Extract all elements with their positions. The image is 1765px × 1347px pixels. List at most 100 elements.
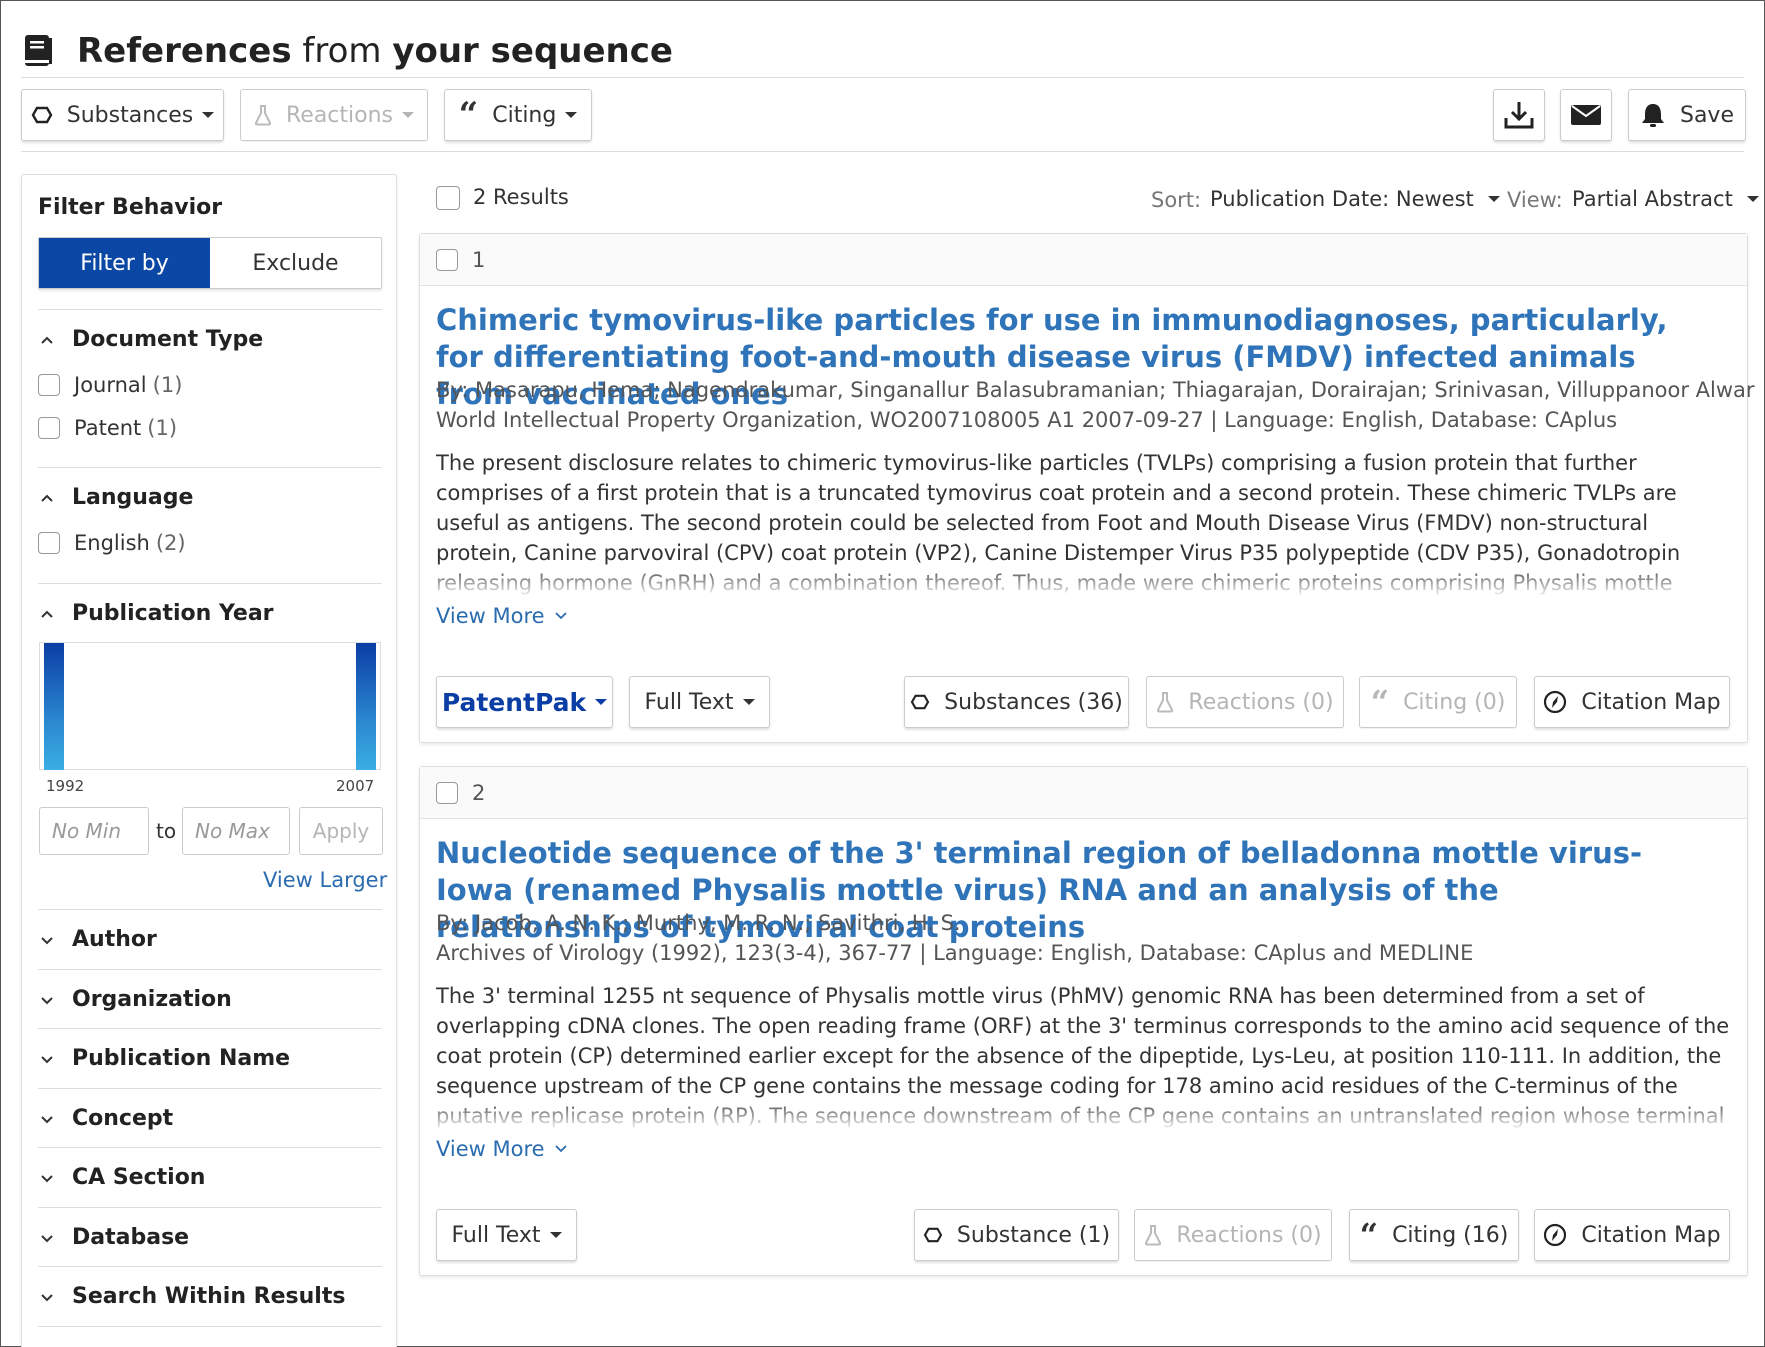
citing-button-label: Citing — [492, 102, 557, 128]
year-max-input[interactable]: No Max — [182, 807, 290, 855]
divider — [38, 467, 382, 468]
facet-database[interactable]: Database — [40, 1225, 189, 1250]
quote-icon: “ — [1370, 683, 1390, 721]
quote-icon: “ — [1359, 1216, 1379, 1254]
result-substances-button[interactable]: Substance (1) — [914, 1209, 1119, 1261]
chevron-up-icon — [41, 336, 53, 344]
facet-label: Author — [72, 927, 157, 952]
full-text-button[interactable]: Full Text — [436, 1209, 577, 1261]
filter-behavior-heading: Filter Behavior — [38, 195, 223, 220]
facet-language[interactable]: Language — [40, 485, 193, 510]
result-checkbox[interactable] — [436, 248, 458, 271]
histogram-min-tick: 1992 — [46, 777, 85, 795]
facet-publication-name[interactable]: Publication Name — [40, 1046, 290, 1071]
chevron-down-icon — [41, 936, 53, 944]
chevron-down-icon — [1487, 196, 1500, 202]
compass-icon — [1543, 1223, 1567, 1247]
sort-dropdown[interactable]: Publication Date: Newest — [1210, 187, 1500, 211]
divider — [38, 1266, 382, 1267]
chevron-down-icon — [202, 112, 215, 118]
result-authors: By: Jacob, A. N. K.; Murthy, M. R. N.; S… — [436, 911, 961, 935]
result-citing-button[interactable]: “ Citing (0) — [1359, 676, 1517, 728]
filter-option-english[interactable]: English (2) — [38, 531, 186, 555]
view-larger-link[interactable]: View Larger — [263, 868, 387, 892]
citation-map-label: Citation Map — [1581, 1222, 1721, 1248]
header-divider — [21, 77, 1744, 78]
result-card: 2 Nucleotide sequence of the 3' terminal… — [419, 766, 1748, 1276]
option-count: (2) — [155, 531, 186, 555]
chevron-down-icon — [1746, 196, 1759, 202]
page-frame: References from your sequence Substances… — [0, 0, 1765, 1347]
result-substances-button[interactable]: Substances (36) — [904, 676, 1129, 728]
result-reactions-button[interactable]: Reactions (0) — [1134, 1209, 1332, 1261]
abstract-fade — [436, 1097, 1736, 1131]
page-header: References from your sequence — [23, 23, 673, 79]
page-title: References from your sequence — [77, 31, 673, 71]
citation-map-button[interactable]: Citation Map — [1534, 676, 1730, 728]
filter-option-patent[interactable]: Patent (1) — [38, 416, 177, 440]
citing-button[interactable]: “ Citing — [444, 89, 592, 141]
bell-icon — [1640, 102, 1666, 128]
view-value: Partial Abstract — [1572, 187, 1733, 211]
divider — [38, 1147, 382, 1148]
patentpak-button[interactable]: PatentPak — [436, 676, 613, 728]
facet-label: Publication Name — [72, 1046, 291, 1071]
email-button[interactable] — [1560, 89, 1612, 141]
facet-author[interactable]: Author — [40, 927, 157, 952]
select-all-checkbox[interactable] — [436, 186, 460, 210]
facet-organization[interactable]: Organization — [40, 987, 232, 1012]
document-icon — [25, 35, 52, 66]
full-text-button[interactable]: Full Text — [629, 676, 770, 728]
reactions-button[interactable]: Reactions — [240, 89, 428, 141]
view-more-link[interactable]: View More — [436, 1137, 567, 1161]
exclude-option[interactable]: Exclude — [210, 238, 381, 288]
facet-ca-section[interactable]: CA Section — [40, 1165, 205, 1190]
checkbox[interactable] — [38, 532, 60, 554]
view-more-link[interactable]: View More — [436, 604, 567, 628]
view-dropdown[interactable]: Partial Abstract — [1572, 187, 1759, 211]
facet-label: Concept — [72, 1106, 174, 1131]
result-citing-button[interactable]: “ Citing (16) — [1349, 1209, 1519, 1261]
divider — [38, 1028, 382, 1029]
facet-search-within-results[interactable]: Search Within Results — [40, 1284, 345, 1309]
apply-year-button[interactable]: Apply — [299, 807, 383, 855]
facet-label: Search Within Results — [72, 1284, 346, 1309]
save-alert-button[interactable]: Save — [1628, 89, 1746, 141]
facet-label: Language — [72, 485, 194, 510]
download-button[interactable] — [1493, 89, 1545, 141]
citation-map-button[interactable]: Citation Map — [1534, 1209, 1730, 1261]
option-label: Patent — [74, 416, 142, 440]
chevron-down-icon — [549, 1232, 562, 1238]
result-checkbox[interactable] — [436, 781, 458, 804]
filter-sidebar: Filter Behavior Filter by Exclude Docume… — [21, 174, 397, 1347]
facet-label: Organization — [72, 987, 232, 1012]
reactions-count-label: Reactions (0) — [1176, 1222, 1322, 1248]
substances-button[interactable]: Substances — [21, 89, 224, 141]
filter-option-journal[interactable]: Journal (1) — [38, 373, 182, 397]
chevron-down-icon — [41, 1115, 53, 1123]
chevron-down-icon — [554, 612, 567, 620]
histogram-bar-2007[interactable] — [356, 643, 376, 770]
download-icon — [1503, 100, 1535, 130]
citation-map-label: Citation Map — [1581, 689, 1721, 715]
divider — [38, 1088, 382, 1089]
filter-by-option[interactable]: Filter by — [39, 238, 210, 288]
checkbox[interactable] — [38, 417, 60, 439]
chevron-down-icon — [41, 1234, 53, 1242]
divider — [38, 583, 382, 584]
publication-year-histogram[interactable] — [39, 642, 381, 770]
chevron-down-icon — [554, 1145, 567, 1153]
facet-publication-year[interactable]: Publication Year — [40, 601, 274, 626]
facet-document-type[interactable]: Document Type — [40, 327, 263, 352]
result-reactions-button[interactable]: Reactions (0) — [1146, 676, 1344, 728]
checkbox[interactable] — [38, 374, 60, 396]
compass-icon — [1543, 690, 1567, 714]
chevron-up-icon — [41, 494, 53, 502]
result-card-header: 1 — [420, 234, 1747, 286]
facet-concept[interactable]: Concept — [40, 1106, 173, 1131]
citing-count-label: Citing (16) — [1392, 1222, 1509, 1248]
year-min-input[interactable]: No Min — [39, 807, 149, 855]
year-range-separator: to — [156, 819, 177, 843]
histogram-bar-1992[interactable] — [44, 643, 64, 770]
chevron-up-icon — [41, 610, 53, 618]
